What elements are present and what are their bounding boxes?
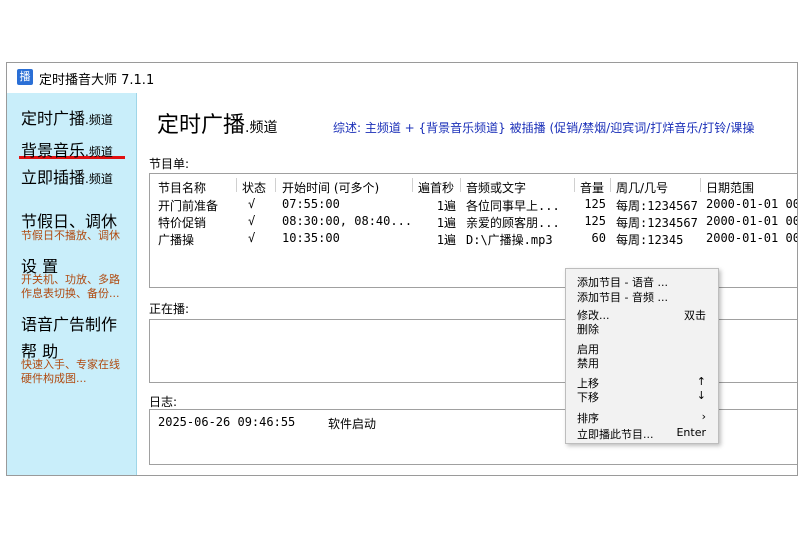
sidebar-item-label: 立即插播 <box>21 168 86 187</box>
now-playing-label: 正在播: <box>149 302 190 316</box>
row-time: 08:30:00, 08:40... <box>282 214 413 228</box>
sidebar-item-instant-insert[interactable]: 立即插播.频道 <box>21 164 113 188</box>
row-name: 开门前准备 <box>158 199 219 213</box>
column-header[interactable]: 音频或文字 <box>466 179 526 196</box>
row-status: √ <box>248 197 256 211</box>
sidebar-item-holidays-desc: 节假日不播放、调休 <box>21 229 120 242</box>
column-divider <box>610 178 611 192</box>
column-divider <box>700 178 701 192</box>
sidebar-item-voice-ad[interactable]: 语音广告制作 <box>21 311 117 335</box>
row-name: 特价促销 <box>158 216 207 230</box>
sidebar-item-settings-desc-2: 作息表切换、备份... <box>21 287 120 300</box>
menu-item-label: 删除 <box>577 323 599 336</box>
page-title-suffix: .频道 <box>245 120 278 136</box>
row-days: 每周:1234567 <box>616 199 698 213</box>
sidebar-item-suffix: .频道 <box>85 113 113 127</box>
row-repeat: 1遍 <box>436 199 456 213</box>
row-time: 10:35:00 <box>282 231 340 245</box>
window-title: 定时播音大师 7.1.1 <box>39 73 155 88</box>
row-volume: 125 <box>584 197 606 211</box>
row-audio: 亲爱的顾客朋... <box>466 216 560 230</box>
column-divider <box>460 178 461 192</box>
row-range: 2000-01-01 00 <box>706 197 798 211</box>
menu-item-label: 排序 <box>577 412 599 425</box>
column-header[interactable]: 状态 <box>242 179 266 196</box>
column-divider <box>574 178 575 192</box>
row-volume: 125 <box>584 214 606 228</box>
column-header[interactable]: 节目名称 <box>158 179 206 196</box>
sidebar-item-settings-desc-1: 开关机、功放、多路 <box>21 273 120 286</box>
row-volume: 60 <box>591 231 606 245</box>
app-icon: 播 <box>17 69 33 85</box>
menu-item-label: 添加节目 - 语音 ... <box>577 276 668 289</box>
row-audio: 各位同事早上... <box>466 199 560 213</box>
column-header[interactable]: 日期范围 <box>706 179 754 196</box>
sidebar: 定时广播.频道 背景音乐.频道 立即插播.频道 节假日、调休 节假日不播放、调休… <box>7 93 137 475</box>
sidebar-item-help-desc-2: 硬件构成图... <box>21 372 87 385</box>
menu-item-shortcut: Enter <box>676 426 706 439</box>
row-name: 广播操 <box>158 233 195 247</box>
row-days: 每周:12345 <box>616 233 684 247</box>
channel-summary: 综述: 主频道 + {背景音乐频道} 被插播 (促销/禁烟/迎宾词/打烊音乐/打… <box>333 121 755 135</box>
column-divider <box>412 178 413 192</box>
sidebar-item-suffix: .频道 <box>85 145 113 159</box>
row-range: 2000-01-01 00 <box>706 231 798 245</box>
column-header[interactable]: 遍首秒 <box>418 179 454 196</box>
row-repeat: 1遍 <box>436 216 456 230</box>
column-header[interactable]: 音量 <box>580 179 604 196</box>
arrow-up-icon: ↑ <box>696 375 706 388</box>
menu-item-label: 立即播此节目... <box>577 428 654 441</box>
menu-item-label: 添加节目 - 音频 ... <box>577 291 668 304</box>
log-message: 软件启动 <box>328 417 377 431</box>
row-time: 07:55:00 <box>282 197 340 211</box>
sidebar-item-scheduled-broadcast[interactable]: 定时广播.频道 <box>21 105 113 129</box>
sidebar-item-background-music[interactable]: 背景音乐.频道 <box>21 137 113 161</box>
column-header[interactable]: 开始时间 (可多个) <box>282 179 379 196</box>
arrow-down-icon: ↓ <box>696 389 706 402</box>
program-list-label: 节目单: <box>149 157 190 171</box>
log-timestamp: 2025-06-26 09:46:55 <box>158 415 296 429</box>
sidebar-item-label: 背景音乐 <box>21 141 86 160</box>
menu-item-label: 下移 <box>577 391 599 404</box>
log-label: 日志: <box>149 395 178 409</box>
title-bar: 播 定时播音大师 7.1.1 <box>7 63 797 91</box>
row-days: 每周:1234567 <box>616 216 698 230</box>
row-status: √ <box>248 214 256 228</box>
page-title: 定时广播.频道 <box>157 107 277 139</box>
sidebar-item-help-desc-1: 快速入手、专家在线 <box>21 358 120 371</box>
column-divider <box>275 178 276 192</box>
row-repeat: 1遍 <box>436 233 456 247</box>
menu-item-label: 禁用 <box>577 357 599 370</box>
chevron-right-icon: › <box>701 410 706 423</box>
row-range: 2000-01-01 00 <box>706 214 798 228</box>
row-status: √ <box>248 231 256 245</box>
sidebar-item-label: 定时广播 <box>21 109 86 128</box>
context-menu: 添加节目 - 语音 ... 添加节目 - 音频 ... 修改... 双击 删除 … <box>565 268 719 444</box>
menu-item-shortcut: 双击 <box>684 309 706 322</box>
sidebar-item-suffix: .频道 <box>85 172 113 186</box>
row-audio: D:\广播操.mp3 <box>466 233 553 247</box>
column-divider <box>236 178 237 192</box>
column-header[interactable]: 周几/几号 <box>616 179 668 196</box>
page-title-text: 定时广播 <box>157 113 246 138</box>
